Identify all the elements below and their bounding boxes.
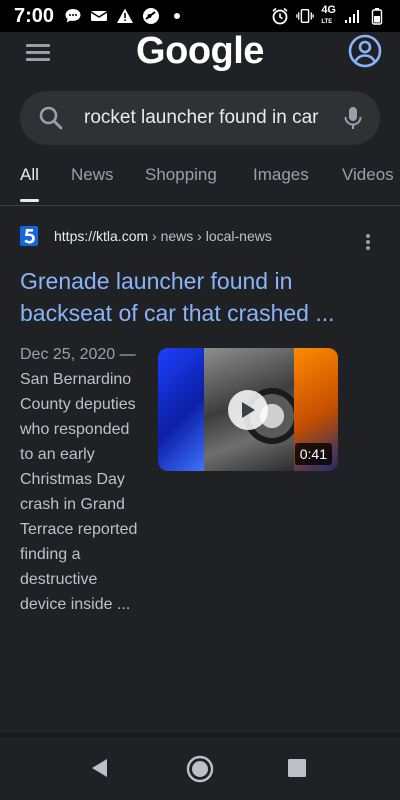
search-bar[interactable]	[20, 91, 380, 145]
result-body: Dec 25, 2020 — San Bernardino County dep…	[20, 342, 380, 617]
ktla-favicon	[20, 226, 38, 246]
account-icon[interactable]	[348, 34, 382, 68]
back-icon[interactable]	[88, 756, 112, 780]
warning-icon	[116, 7, 134, 25]
more-options-icon[interactable]	[356, 230, 380, 254]
result-snippet: Dec 25, 2020 — San Bernardino County dep…	[20, 342, 145, 617]
vibrate-icon	[296, 7, 315, 25]
video-duration: 0:41	[294, 443, 332, 465]
app-header: Google	[0, 30, 400, 88]
microphone-icon[interactable]	[342, 105, 364, 131]
battery-icon	[368, 7, 386, 25]
status-bar: 7:00 4G LTE	[0, 0, 400, 32]
dot-icon	[168, 7, 186, 25]
voicemail-icon	[90, 7, 108, 25]
result-title-link[interactable]: Grenade launcher found in backseat of ca…	[20, 265, 375, 329]
search-input[interactable]	[84, 107, 332, 129]
search-tabs: All News Shopping Images Videos	[0, 165, 400, 205]
result-snippet-text: — San Bernardino County deputies who res…	[20, 346, 138, 613]
search-icon[interactable]	[38, 105, 64, 131]
tab-shopping[interactable]: Shopping	[145, 165, 217, 205]
play-icon[interactable]	[228, 390, 268, 430]
network-type: 4G	[321, 4, 336, 16]
result-url-path: › news › local-news	[148, 228, 272, 244]
result-source[interactable]: https://ktla.com › news › local-news	[20, 222, 380, 250]
tab-news[interactable]: News	[71, 165, 114, 205]
result-url: https://ktla.com › news › local-news	[54, 228, 272, 244]
result-url-host: https://ktla.com	[54, 228, 149, 244]
recents-icon[interactable]	[288, 759, 306, 777]
alarm-icon	[271, 7, 289, 25]
tab-videos[interactable]: Videos	[342, 165, 394, 205]
result-date: Dec 25, 2020	[20, 346, 116, 363]
tab-images[interactable]: Images	[253, 165, 309, 205]
network-indicator: 4G LTE	[321, 5, 336, 27]
tab-all[interactable]: All	[20, 165, 39, 205]
status-icons-right: 4G LTE	[271, 5, 386, 27]
home-icon[interactable]	[186, 755, 214, 783]
thumbnail-blue-light	[158, 348, 204, 471]
google-logo[interactable]: Google	[0, 30, 400, 73]
network-subtype: LTE	[321, 19, 333, 25]
signal-icon	[343, 7, 361, 25]
no-disturb-icon	[142, 7, 160, 25]
chat-bubble-icon	[64, 7, 82, 25]
status-time: 7:00	[14, 4, 55, 27]
search-result: https://ktla.com › news › local-news Gre…	[20, 222, 380, 617]
video-thumbnail[interactable]: 0:41	[158, 348, 338, 471]
tabs-divider	[0, 205, 400, 206]
system-nav-bar	[0, 737, 400, 800]
status-icons-left	[64, 7, 186, 25]
